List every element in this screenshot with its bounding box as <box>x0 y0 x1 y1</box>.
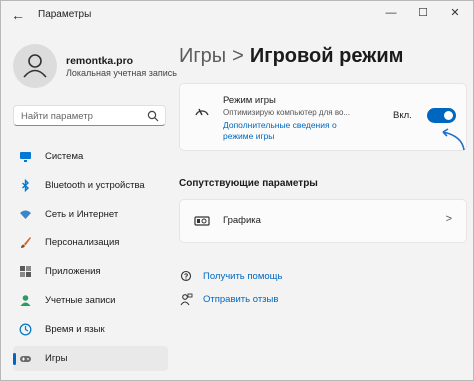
sidebar-item-gaming[interactable]: Игры <box>13 346 168 371</box>
sidebar-item-time-language[interactable]: Время и язык <box>13 317 168 342</box>
gauge-icon <box>195 108 209 116</box>
graphics-label: Графика <box>223 215 261 226</box>
sidebar-item-label: Приложения <box>45 266 101 277</box>
maximize-button[interactable]: ☐ <box>413 4 433 22</box>
breadcrumb: Игры > Игровой режим <box>179 45 403 68</box>
help-icon <box>180 270 192 282</box>
graphics-settings-row[interactable]: Графика > <box>179 199 467 243</box>
gamepad-icon <box>20 356 31 362</box>
avatar[interactable] <box>13 44 57 88</box>
search-placeholder: Найти параметр <box>21 111 93 122</box>
send-feedback-link[interactable]: Отправить отзыв <box>203 294 278 305</box>
game-mode-title: Режим игры <box>223 95 276 106</box>
breadcrumb-separator: > <box>232 45 244 67</box>
annotation-arrow-icon <box>442 128 465 151</box>
sidebar-item-apps[interactable]: Приложения <box>13 259 168 284</box>
window-title: Параметры <box>38 9 92 20</box>
game-mode-toggle[interactable] <box>427 108 456 123</box>
close-button[interactable]: ✕ <box>445 4 465 22</box>
user-icon <box>23 54 47 78</box>
related-settings-heading: Сопутствующие параметры <box>179 178 318 189</box>
back-button[interactable]: ← <box>9 6 27 24</box>
globe-clock-icon <box>19 323 32 336</box>
person-icon <box>20 295 31 306</box>
brush-icon <box>21 237 31 248</box>
sidebar-item-bluetooth[interactable]: Bluetooth и устройства <box>13 173 168 198</box>
search-input[interactable]: Найти параметр <box>13 105 166 126</box>
graphics-card-icon <box>194 216 210 226</box>
sidebar-item-accounts[interactable]: Учетные записи <box>13 288 168 313</box>
sidebar-item-label: Bluetooth и устройства <box>45 180 145 191</box>
minimize-button[interactable]: — <box>381 4 401 22</box>
sidebar-item-label: Время и язык <box>45 324 105 335</box>
toggle-knob <box>444 111 453 120</box>
sidebar-item-personalization[interactable]: Персонализация <box>13 230 168 255</box>
breadcrumb-parent[interactable]: Игры <box>179 45 226 67</box>
sidebar-item-label: Игры <box>45 353 68 364</box>
sidebar-item-network[interactable]: Сеть и Интернет <box>13 202 168 227</box>
game-mode-description: Оптимизирую компьютер для во... <box>223 108 351 117</box>
sidebar-item-label: Сеть и Интернет <box>45 209 119 220</box>
game-mode-card: Режим игры Оптимизирую компьютер для во.… <box>179 83 467 151</box>
bluetooth-icon <box>22 179 30 192</box>
page-title: Игровой режим <box>249 45 404 67</box>
apps-icon <box>20 266 31 277</box>
sidebar-item-label: Система <box>45 151 84 162</box>
user-name: remontka.pro <box>66 55 134 67</box>
chevron-right-icon: > <box>445 213 452 225</box>
game-mode-learn-more-link[interactable]: Дополнительные сведения о режиме игры <box>223 120 358 142</box>
toggle-state-label: Вкл. <box>393 110 412 121</box>
wifi-icon <box>20 210 31 219</box>
sidebar-item-system[interactable]: Система <box>13 144 168 169</box>
monitor-icon <box>20 152 31 162</box>
sidebar-item-label: Учетные записи <box>45 295 116 306</box>
account-type: Локальная учетная запись <box>66 68 177 78</box>
search-icon <box>147 110 159 122</box>
sidebar-item-label: Персонализация <box>45 237 120 248</box>
feedback-icon <box>180 293 193 306</box>
title-bar: ← Параметры — ☐ ✕ <box>0 0 474 30</box>
get-help-link[interactable]: Получить помощь <box>203 271 282 282</box>
selection-indicator <box>13 353 16 365</box>
